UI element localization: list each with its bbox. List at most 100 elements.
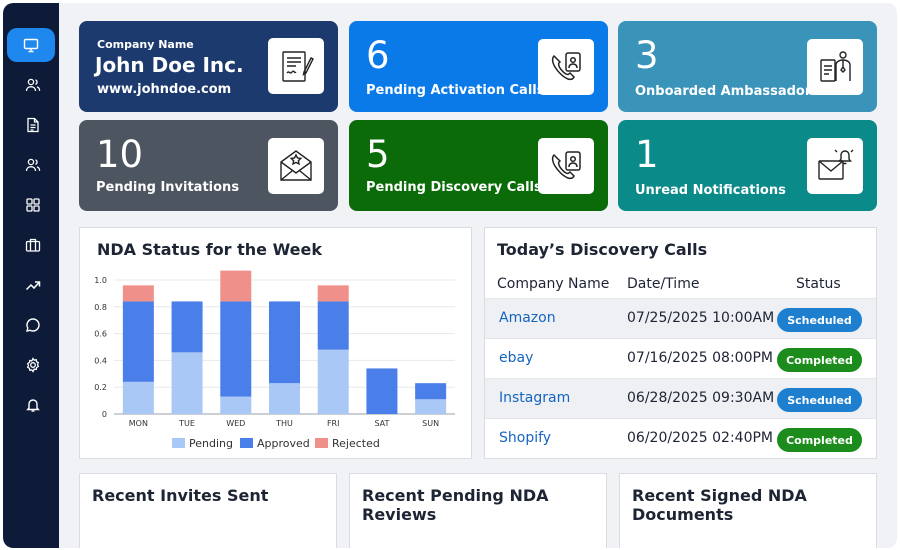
nda-status-panel: NDA Status for the Week 0 0.2 0.4 0.6 0.8 1.0… bbox=[79, 227, 472, 459]
chat-icon bbox=[26, 318, 40, 332]
contract-sign-icon bbox=[282, 51, 314, 82]
y-tick-label: 0.8 bbox=[94, 303, 107, 312]
ambassador-icon bbox=[820, 51, 851, 82]
x-tick-label: WED bbox=[226, 419, 245, 428]
status-badge: Scheduled bbox=[777, 308, 862, 332]
stat-value: 5 bbox=[366, 133, 390, 176]
stat-icon-box bbox=[538, 138, 594, 194]
users-icon bbox=[25, 78, 41, 92]
table-header: Company Name Date/Time Status bbox=[485, 272, 876, 298]
nav-dashboard[interactable] bbox=[7, 28, 55, 62]
stat-label: Unread Notifications bbox=[635, 183, 786, 198]
company-link[interactable]: Amazon bbox=[499, 310, 556, 326]
phone-call-icon bbox=[551, 151, 581, 180]
discovery-calls-panel: Today’s Discovery Calls Company Name Dat… bbox=[484, 227, 877, 459]
document-icon bbox=[27, 117, 39, 133]
bar-segment-approved bbox=[171, 301, 203, 353]
y-tick-label: 0.6 bbox=[94, 330, 107, 339]
table-row[interactable]: Instagram 06/28/2025 09:30AM Scheduled bbox=[485, 378, 876, 418]
nav-portfolio[interactable] bbox=[11, 228, 55, 262]
nav-documents[interactable] bbox=[11, 108, 55, 142]
call-datetime: 06/20/2025 02:40PM bbox=[627, 430, 774, 446]
bar-segment-approved bbox=[415, 383, 447, 400]
mail-bell-icon bbox=[818, 149, 854, 180]
stat-label: Pending Activation Calls bbox=[366, 83, 545, 98]
nda-status-chart: 0 0.2 0.4 0.6 0.8 1.0 MON TUE WED THU FRI SAT SUN Pen… bbox=[94, 270, 455, 450]
pending-nda-reviews-panel: Recent Pending NDA Reviews bbox=[349, 473, 607, 548]
bar-segment-rejected bbox=[220, 270, 252, 302]
team-icon bbox=[25, 158, 41, 172]
legend-swatch bbox=[172, 438, 185, 448]
bar-segment-pending bbox=[220, 396, 252, 414]
stat-icon-box bbox=[807, 138, 863, 194]
table-row[interactable]: Amazon 07/25/2025 10:00AM Scheduled bbox=[485, 298, 876, 338]
y-tick-label: 0.4 bbox=[94, 356, 107, 365]
legend-label: Rejected bbox=[332, 437, 380, 450]
bar-segment-pending bbox=[415, 399, 447, 414]
x-tick-label: THU bbox=[275, 419, 293, 428]
stat-card-unread-notifications[interactable]: 1 Unread Notifications bbox=[618, 120, 877, 211]
bar-segment-pending bbox=[171, 352, 203, 414]
recent-invites-panel: Recent Invites Sent bbox=[79, 473, 337, 548]
nav-users[interactable] bbox=[11, 68, 55, 102]
grid-icon bbox=[26, 198, 40, 212]
pending-nda-reviews-title: Recent Pending NDA Reviews bbox=[362, 486, 549, 524]
x-tick-label: FRI bbox=[327, 419, 340, 428]
column-header: Date/Time bbox=[627, 276, 700, 292]
phone-call-icon bbox=[551, 52, 581, 81]
bar-segment-pending bbox=[122, 381, 154, 414]
company-label: Company Name bbox=[97, 38, 194, 51]
company-link[interactable]: ebay bbox=[499, 350, 533, 366]
status-badge: Completed bbox=[777, 428, 862, 452]
x-tick-label: MON bbox=[129, 419, 148, 428]
column-header: Status bbox=[796, 276, 841, 292]
nav-analytics[interactable] bbox=[11, 268, 55, 302]
legend-swatch bbox=[240, 438, 253, 448]
company-link[interactable]: Shopify bbox=[499, 430, 551, 446]
nav-messages[interactable] bbox=[11, 308, 55, 342]
table-row[interactable]: Shopify 06/20/2025 02:40PM Completed bbox=[485, 418, 876, 458]
bar-segment-approved bbox=[122, 301, 154, 382]
stat-icon-box bbox=[807, 39, 863, 95]
company-link[interactable]: Instagram bbox=[499, 390, 570, 406]
bar-segment-rejected bbox=[317, 285, 349, 302]
signed-nda-panel: Recent Signed NDA Documents bbox=[619, 473, 877, 548]
call-datetime: 07/16/2025 08:00PM bbox=[627, 350, 774, 366]
nav-apps[interactable] bbox=[11, 188, 55, 222]
stat-card-onboarded-ambassadors[interactable]: 3 Onboarded Ambassadors bbox=[618, 21, 877, 112]
trend-icon bbox=[25, 281, 41, 291]
settings-icon bbox=[26, 357, 40, 373]
bar-segment-approved bbox=[366, 368, 398, 414]
signed-nda-title-line1: Recent Signed NDA bbox=[632, 486, 807, 505]
bar-segment-approved bbox=[317, 301, 349, 350]
signed-nda-title: Recent Signed NDA Documents bbox=[632, 486, 807, 524]
table-row[interactable]: ebay 07/16/2025 08:00PM Completed bbox=[485, 338, 876, 378]
nav-settings[interactable] bbox=[11, 348, 55, 382]
bar-segment-approved bbox=[220, 301, 252, 397]
stat-card-pending-invitations[interactable]: 10 Pending Invitations bbox=[79, 120, 338, 211]
nav-notifications[interactable] bbox=[11, 388, 55, 422]
legend-label: Approved bbox=[257, 437, 310, 450]
stat-icon-box bbox=[538, 39, 594, 95]
company-website[interactable]: www.johndoe.com bbox=[97, 82, 231, 97]
briefcase-icon bbox=[25, 238, 41, 252]
x-tick-label: TUE bbox=[178, 419, 195, 428]
bell-icon bbox=[26, 399, 40, 412]
x-tick-label: SUN bbox=[422, 419, 439, 428]
sidebar bbox=[3, 3, 59, 548]
company-name: John Doe Inc. bbox=[95, 53, 244, 77]
stat-label: Pending Invitations bbox=[96, 180, 240, 195]
signed-nda-title-line2: Documents bbox=[632, 505, 734, 524]
nav-team[interactable] bbox=[11, 148, 55, 182]
company-card: Company Name John Doe Inc. www.johndoe.c… bbox=[79, 21, 338, 112]
stat-icon-box bbox=[268, 138, 324, 194]
stat-label: Pending Discovery Calls bbox=[366, 180, 542, 195]
stat-card-discovery-calls[interactable]: 5 Pending Discovery Calls bbox=[349, 120, 608, 211]
column-header: Company Name bbox=[497, 276, 610, 292]
stat-card-activation-calls[interactable]: 6 Pending Activation Calls bbox=[349, 21, 608, 112]
y-tick-label: 0.2 bbox=[94, 383, 107, 392]
bar-segment-pending bbox=[317, 349, 349, 414]
stat-value: 3 bbox=[635, 34, 659, 77]
call-datetime: 06/28/2025 09:30AM bbox=[627, 390, 775, 406]
stat-label: Onboarded Ambassadors bbox=[635, 84, 819, 99]
